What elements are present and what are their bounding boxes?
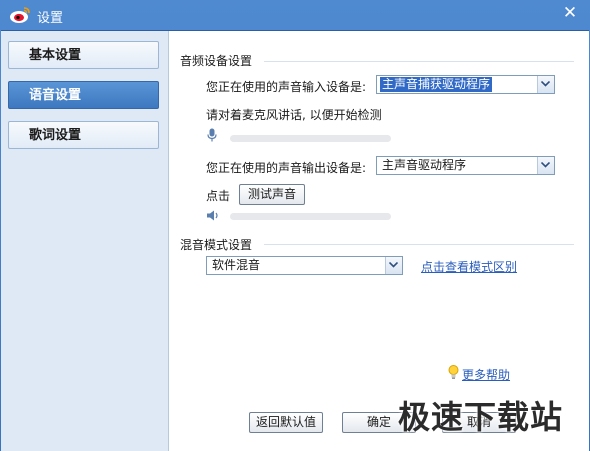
watermark: 极速下载站 <box>398 398 564 436</box>
speaker-icon <box>206 210 220 224</box>
input-device-select[interactable]: 主声音捕获驱动程序 <box>376 75 555 94</box>
audio-device-section-title: 音频设备设置 <box>180 54 253 68</box>
sidebar-item-basic[interactable]: 基本设置 <box>8 41 159 69</box>
output-device-value: 主声音驱动程序 <box>382 158 467 172</box>
close-icon: ✕ <box>562 3 578 23</box>
reset-default-button[interactable]: 返回默认值 <box>249 412 323 433</box>
dropdown-button[interactable] <box>537 76 554 93</box>
section-divider <box>264 61 574 62</box>
close-button[interactable]: ✕ <box>556 2 584 24</box>
mix-mode-value: 软件混音 <box>212 258 261 272</box>
sidebar: 基本设置 语音设置 歌词设置 <box>1 31 169 451</box>
chevron-down-icon <box>541 162 550 168</box>
microphone-icon <box>207 128 217 145</box>
sidebar-item-lyrics[interactable]: 歌词设置 <box>8 121 159 149</box>
mix-mode-section-title: 混音模式设置 <box>180 238 253 252</box>
chevron-down-icon <box>541 81 550 87</box>
window-title: 设置 <box>37 11 64 26</box>
more-help-link[interactable]: 更多帮助 <box>462 366 510 383</box>
click-label: 点击 <box>206 189 231 203</box>
sidebar-item-label: 基本设置 <box>29 48 82 63</box>
sidebar-item-voice[interactable]: 语音设置 <box>8 81 159 109</box>
mix-mode-select[interactable]: 软件混音 <box>206 256 403 275</box>
speaker-level-meter <box>230 213 391 220</box>
weibo-logo-icon <box>9 6 31 24</box>
sidebar-item-label: 歌词设置 <box>29 128 82 143</box>
settings-window: 设置 ✕ 基本设置 语音设置 歌词设置 音频设备设置 您正在使用的声音输入设备是… <box>0 0 590 451</box>
mic-hint: 请对着麦克风讲话, 以便开始检测 <box>206 108 382 122</box>
sidebar-item-label: 语音设置 <box>29 88 82 103</box>
output-device-label: 您正在使用的声音输出设备是: <box>206 161 367 175</box>
client-area: 基本设置 语音设置 歌词设置 音频设备设置 您正在使用的声音输入设备是: 主声音… <box>1 30 589 451</box>
input-device-value: 主声音捕获驱动程序 <box>380 77 493 92</box>
mic-level-meter <box>230 135 391 142</box>
titlebar[interactable]: 设置 ✕ <box>0 0 590 30</box>
input-device-label: 您正在使用的声音输入设备是: <box>206 80 367 94</box>
output-device-select[interactable]: 主声音驱动程序 <box>376 156 555 175</box>
dropdown-button[interactable] <box>537 157 554 174</box>
section-divider <box>264 244 574 245</box>
dropdown-button[interactable] <box>385 257 402 274</box>
lightbulb-icon <box>448 365 459 383</box>
test-sound-button[interactable]: 测试声音 <box>239 184 305 205</box>
mode-difference-link[interactable]: 点击查看模式区别 <box>421 258 517 275</box>
chevron-down-icon <box>389 262 398 268</box>
